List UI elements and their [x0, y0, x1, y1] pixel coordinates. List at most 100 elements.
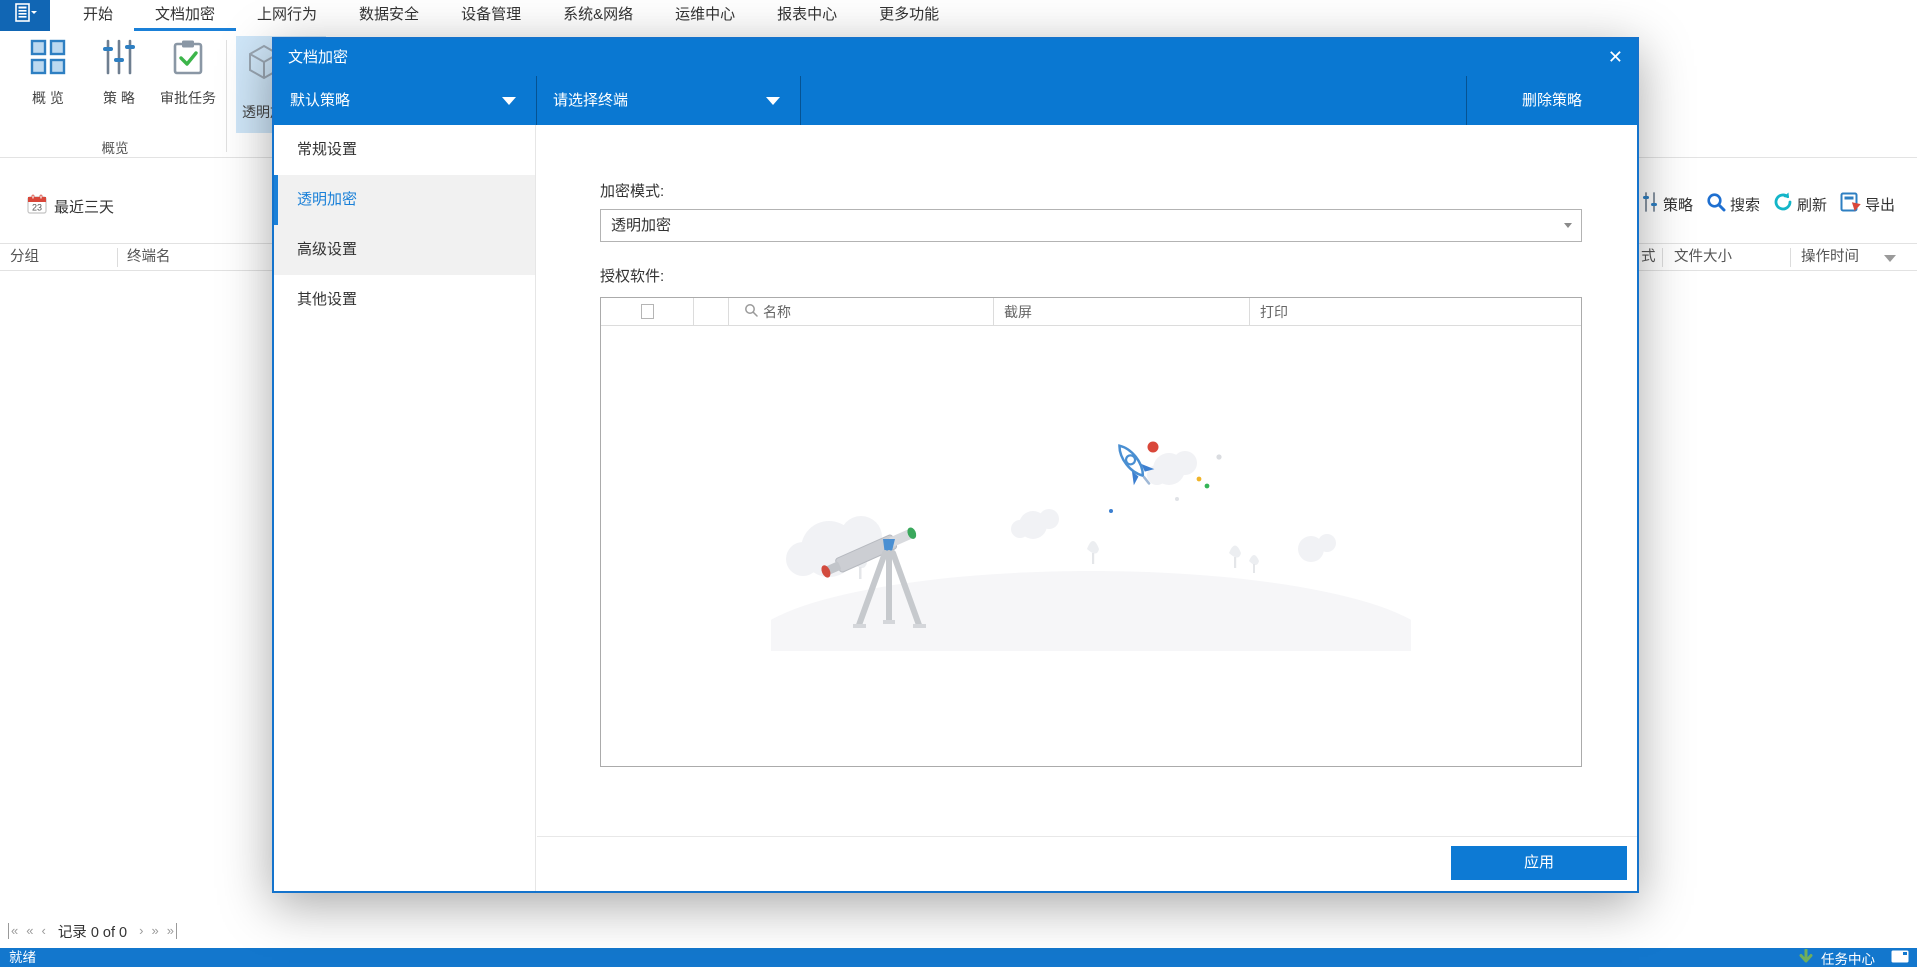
- tab-system-network[interactable]: 系统&网络: [542, 0, 654, 31]
- spacer-cell: [694, 298, 729, 325]
- screen: 开始 文档加密 上网行为 数据安全 设备管理 系统&网络 运维中心 报表中心 更…: [0, 0, 1917, 967]
- authorized-software-label: 授权软件:: [600, 268, 665, 285]
- name-column-label: 名称: [763, 303, 791, 320]
- search-small-icon: [744, 303, 758, 320]
- approval-tasks-button-label: 审批任务: [160, 90, 216, 106]
- name-column-header[interactable]: 名称: [729, 298, 994, 325]
- export-pdf-icon: [1840, 192, 1861, 216]
- overview-button[interactable]: 概 览: [10, 37, 86, 133]
- tab-document-encryption[interactable]: 文档加密: [134, 0, 237, 31]
- empty-state-illustration: [746, 421, 1436, 727]
- print-column-header[interactable]: 打印: [1250, 298, 1581, 325]
- footer-divider: [537, 836, 1637, 837]
- pagination-bar: « « ‹ 记录 0 of 0 › » »: [8, 917, 177, 945]
- search-tool-button[interactable]: 搜索: [1706, 192, 1760, 216]
- screenshot-column-header[interactable]: 截屏: [994, 298, 1250, 325]
- policy-select-dropdown[interactable]: 默认策略: [274, 76, 536, 125]
- nav-general-settings[interactable]: 常规设置: [274, 125, 535, 175]
- clipboard-check-icon: [152, 39, 224, 80]
- next-page-icon[interactable]: ›: [139, 923, 143, 939]
- monitor-icon[interactable]: [1891, 950, 1909, 966]
- column-menu-caret-icon[interactable]: [1884, 255, 1896, 262]
- terminal-select-value: 请选择终端: [553, 92, 629, 109]
- dialog-body: 常规设置 透明加密 高级设置 其他设置 加密模式: 透明加密 授权软件: 名称 …: [274, 125, 1637, 891]
- ribbon-separator: [226, 40, 227, 152]
- column-group[interactable]: 分组: [10, 244, 39, 270]
- dialog-toolbar: 默认策略 请选择终端 删除策略: [274, 76, 1637, 125]
- dialog-sidebar: 常规设置 透明加密 高级设置 其他设置: [274, 125, 536, 891]
- chevron-down-icon: [766, 97, 780, 105]
- tab-report-center[interactable]: 报表中心: [756, 0, 858, 31]
- first-page-icon[interactable]: «: [8, 923, 18, 939]
- select-all-cell: [601, 298, 694, 325]
- date-filter[interactable]: 23 最近三天: [27, 194, 114, 218]
- document-encryption-dialog: 文档加密 ✕ 默认策略 请选择终端 删除策略 常规设置 透明加密 高级设置 其他…: [272, 37, 1639, 893]
- approval-tasks-button[interactable]: 审批任务: [152, 37, 224, 133]
- column-divider: [1790, 248, 1791, 267]
- delete-policy-button[interactable]: 删除策略: [1467, 76, 1637, 125]
- terminal-select-dropdown[interactable]: 请选择终端: [537, 76, 800, 125]
- search-icon: [1706, 192, 1726, 216]
- column-divider: [1662, 248, 1663, 267]
- policy-tool-label: 策略: [1663, 196, 1694, 214]
- column-divider: [117, 248, 118, 267]
- authorized-software-table: 名称 截屏 打印: [600, 297, 1582, 767]
- last-page-icon[interactable]: »: [167, 923, 177, 939]
- dialog-title: 文档加密: [288, 49, 349, 66]
- ribbon-tabs: 开始 文档加密 上网行为 数据安全 设备管理 系统&网络 运维中心 报表中心 更…: [62, 0, 960, 31]
- ribbon-tabbar: 开始 文档加密 上网行为 数据安全 设备管理 系统&网络 运维中心 报表中心 更…: [0, 0, 1917, 31]
- status-ready-label: 就绪: [9, 950, 36, 965]
- overview-button-label: 概 览: [32, 90, 64, 106]
- policy-select-value: 默认策略: [290, 92, 351, 109]
- ribbon-group-label: 概览: [101, 141, 129, 156]
- select-all-checkbox[interactable]: [640, 304, 654, 319]
- close-icon[interactable]: ✕: [1608, 39, 1623, 76]
- svg-text:23: 23: [32, 202, 42, 212]
- prev-page-icon[interactable]: ‹: [41, 923, 45, 939]
- tab-ops-center[interactable]: 运维中心: [654, 0, 756, 31]
- column-file-size[interactable]: 文件大小: [1674, 244, 1732, 270]
- fast-prev-page-icon[interactable]: «: [26, 923, 33, 939]
- software-table-empty-body: [601, 326, 1581, 767]
- encryption-mode-label: 加密模式:: [600, 183, 665, 200]
- search-tool-label: 搜索: [1730, 196, 1761, 214]
- chevron-down-icon: [1564, 223, 1572, 228]
- record-count-label: 记录 0 of 0: [57, 924, 128, 941]
- software-table-header: 名称 截屏 打印: [601, 298, 1581, 326]
- refresh-tool-button[interactable]: 刷新: [1773, 192, 1827, 216]
- list-toolbar: 策略 搜索 刷新 导出: [1642, 191, 1895, 217]
- encryption-mode-select[interactable]: 透明加密: [600, 209, 1582, 242]
- dialog-content: 加密模式: 透明加密 授权软件: 名称 截屏 打印 应用: [537, 125, 1637, 891]
- refresh-icon: [1773, 192, 1793, 216]
- chevron-down-icon: [502, 97, 516, 105]
- nav-advanced-settings[interactable]: 高级设置: [274, 225, 535, 275]
- tab-more-features[interactable]: 更多功能: [858, 0, 960, 31]
- dialog-titlebar: 文档加密 ✕: [274, 39, 1637, 76]
- nav-transparent-encryption[interactable]: 透明加密: [274, 175, 535, 225]
- sliders-icon: [88, 39, 150, 80]
- app-menu-icon: [12, 2, 38, 29]
- encryption-mode-value: 透明加密: [611, 217, 672, 234]
- tab-start[interactable]: 开始: [62, 0, 134, 31]
- download-arrow-icon: [1799, 948, 1813, 966]
- app-menu-button[interactable]: [0, 0, 50, 31]
- sliders-small-icon: [1642, 192, 1659, 216]
- fast-next-page-icon[interactable]: »: [151, 923, 158, 939]
- policy-tool-button[interactable]: 策略: [1642, 192, 1693, 216]
- calendar-icon: 23: [27, 194, 47, 219]
- export-tool-button[interactable]: 导出: [1840, 192, 1895, 216]
- column-partial[interactable]: 式: [1641, 244, 1656, 270]
- apply-button[interactable]: 应用: [1451, 846, 1627, 880]
- nav-other-settings[interactable]: 其他设置: [274, 275, 535, 325]
- task-center-link[interactable]: 任务中心: [1821, 948, 1875, 967]
- column-terminal-name[interactable]: 终端名: [127, 244, 171, 270]
- tab-web-behavior[interactable]: 上网行为: [236, 0, 338, 31]
- tab-data-security[interactable]: 数据安全: [338, 0, 440, 31]
- tab-device-management[interactable]: 设备管理: [440, 0, 542, 31]
- date-filter-label: 最近三天: [54, 198, 115, 216]
- policy-button-label: 策 略: [103, 90, 135, 106]
- policy-button[interactable]: 策 略: [88, 37, 150, 133]
- export-tool-label: 导出: [1865, 196, 1896, 214]
- column-operation-time[interactable]: 操作时间: [1801, 244, 1859, 270]
